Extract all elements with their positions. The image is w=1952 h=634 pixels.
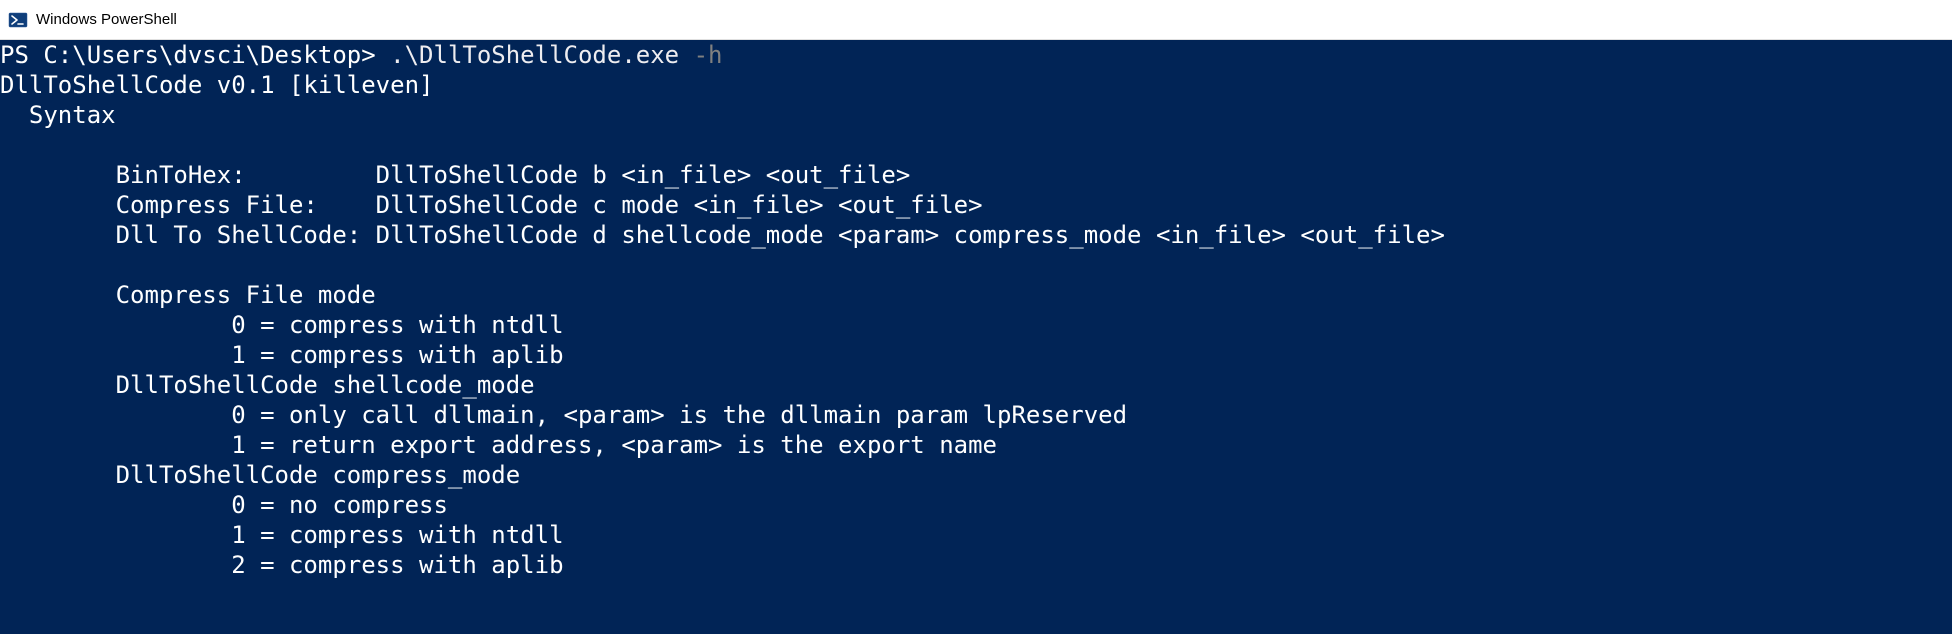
output-line: 0 = compress with ntdll xyxy=(0,311,564,339)
output-line: DllToShellCode compress_mode xyxy=(0,461,520,489)
output-line: 2 = compress with aplib xyxy=(0,551,564,579)
console-area[interactable]: PS C:\Users\dvsci\Desktop> .\DllToShellC… xyxy=(0,40,1952,634)
window-title: Windows PowerShell xyxy=(36,11,177,28)
output-line: DllToShellCode v0.1 [killeven] xyxy=(0,71,433,99)
output-line: Compress File: DllToShellCode c mode <in… xyxy=(0,191,983,219)
output-line: 1 = compress with ntdll xyxy=(0,521,564,549)
command-text: .\DllToShellCode.exe xyxy=(390,41,679,69)
powershell-icon xyxy=(8,10,28,30)
output-line: Dll To ShellCode: DllToShellCode d shell… xyxy=(0,221,1445,249)
command-flag: -h xyxy=(679,41,722,69)
output-line: 0 = only call dllmain, <param> is the dl… xyxy=(0,401,1127,429)
output-line: 0 = no compress xyxy=(0,491,448,519)
output-line: BinToHex: DllToShellCode b <in_file> <ou… xyxy=(0,161,910,189)
window-title-bar[interactable]: Windows PowerShell xyxy=(0,0,1952,40)
output-line: 1 = compress with aplib xyxy=(0,341,564,369)
output-line: DllToShellCode shellcode_mode xyxy=(0,371,535,399)
output-line: 1 = return export address, <param> is th… xyxy=(0,431,997,459)
output-line: Syntax xyxy=(0,101,116,129)
prompt-text: PS C:\Users\dvsci\Desktop> xyxy=(0,41,390,69)
output-line: Compress File mode xyxy=(0,281,376,309)
